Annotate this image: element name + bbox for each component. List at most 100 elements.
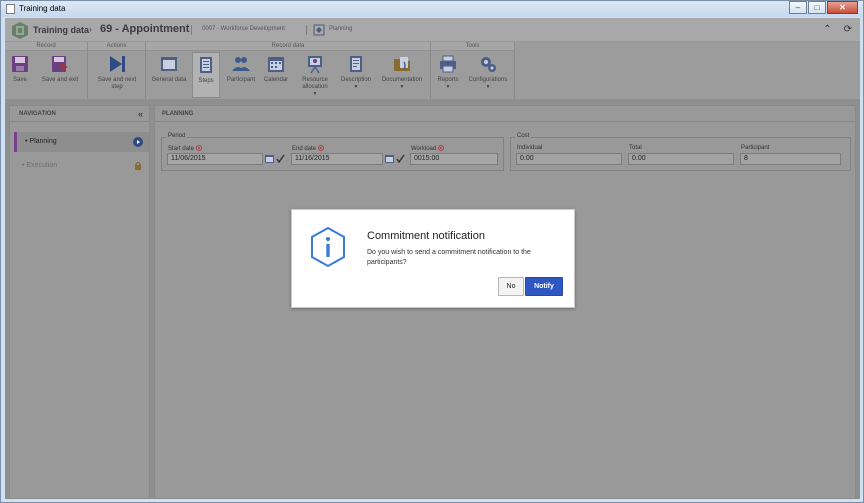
calendar-icon[interactable]: [265, 154, 274, 163]
save-and-exit-button[interactable]: Save and exit: [38, 54, 82, 84]
save-label: Save: [13, 77, 27, 83]
cost-legend: Cost: [515, 133, 532, 139]
application-window: Training data – □ ✕ Training data › 69 -…: [0, 0, 864, 503]
window-title: Training data: [19, 4, 66, 13]
navigation-header: NAVIGATION «: [10, 106, 149, 122]
nav-item-label: • Planning: [25, 138, 57, 145]
navigation-panel: NAVIGATION « • Planning • Execution: [9, 105, 150, 499]
steps-button[interactable]: Steps: [192, 52, 220, 98]
general-data-button[interactable]: General data: [149, 54, 189, 84]
header-divider: [306, 25, 307, 35]
cost-fieldset: Cost Individual 0.00 Total 0.00 Particip…: [510, 133, 851, 171]
header-divider: [191, 25, 192, 35]
workload-field[interactable]: 0015:00: [410, 153, 498, 165]
check-icon[interactable]: [396, 154, 405, 163]
play-icon: [133, 137, 143, 147]
resource-allocation-icon: [308, 56, 322, 74]
maximize-icon: □: [814, 3, 820, 12]
start-date-label-text: Start date: [168, 146, 195, 152]
start-date-label: Start date: [168, 145, 203, 152]
end-date-label-text: End date: [292, 146, 317, 152]
documentation-icon: [394, 57, 410, 71]
save-and-next-label-2: step: [111, 84, 123, 90]
maximize-button[interactable]: □: [808, 1, 826, 14]
training-logo-icon: [12, 22, 28, 39]
total-label: Total: [629, 145, 642, 151]
panel-header: PLANNING: [155, 106, 855, 122]
panel-title: PLANNING: [162, 111, 194, 117]
phase-label: Planning: [329, 26, 353, 32]
phase-icon: [313, 24, 325, 36]
save-icon: [12, 56, 28, 72]
start-date-field[interactable]: 11/06/2015: [167, 153, 263, 165]
bullet: •: [22, 162, 25, 169]
notify-button[interactable]: Notify: [525, 277, 563, 296]
documentation-button[interactable]: Documentation ▼: [378, 54, 426, 91]
period-legend: Period: [166, 133, 188, 139]
nav-item-planning-label: Planning: [29, 138, 57, 145]
nav-item-execution-label: Execution: [26, 162, 58, 169]
calendar-icon[interactable]: [385, 154, 394, 163]
description-label: Description: [340, 77, 371, 83]
dropdown-caret-icon: ▼: [353, 84, 359, 90]
calendar-label: Calendar: [263, 77, 289, 83]
header-actions: ⌃ ⟳: [823, 24, 852, 35]
commitment-notification-dialog: Commitment notification Do you wish to s…: [291, 209, 575, 308]
participant-button[interactable]: Participant: [224, 54, 258, 84]
save-button[interactable]: Save: [9, 54, 31, 84]
steps-label: Steps: [198, 78, 214, 84]
ribbon-group-record-data: Record data General data Steps Participa…: [146, 42, 431, 99]
group-label: Actions: [88, 42, 145, 51]
window-controls: – □ ✕: [788, 1, 858, 14]
reports-button[interactable]: Reports ▼: [434, 54, 462, 91]
group-label: Tools: [431, 42, 514, 51]
configurations-button[interactable]: Configurations ▼: [465, 54, 511, 91]
save-and-exit-label: Save and exit: [41, 77, 79, 83]
required-icon: [318, 145, 325, 151]
dropdown-caret-icon: ▼: [445, 84, 451, 90]
title-bar: Training data – □ ✕: [1, 1, 863, 17]
required-icon: [438, 145, 445, 151]
minimize-button[interactable]: –: [789, 1, 807, 14]
record-title: 69 - Appointment: [100, 23, 190, 35]
participant-count-field: 8: [740, 153, 841, 165]
description-button[interactable]: Description ▼: [338, 54, 374, 91]
nav-item-planning[interactable]: • Planning: [14, 132, 149, 152]
end-date-field[interactable]: 11/16/2015: [291, 153, 383, 165]
gear-icon: [481, 57, 496, 72]
participant-icon: [232, 57, 250, 71]
individual-cost-field: 0.00: [516, 153, 622, 165]
check-icon[interactable]: [276, 154, 285, 163]
dialog-title: Commitment notification: [367, 230, 485, 242]
configurations-label: Configurations: [468, 77, 508, 83]
general-data-label: General data: [151, 77, 187, 83]
record-header: Training data › 69 - Appointment 0007 - …: [5, 18, 860, 42]
navigation-title: NAVIGATION: [19, 111, 56, 117]
refresh-icon[interactable]: ⟳: [844, 24, 852, 35]
individual-label: Individual: [517, 145, 543, 151]
general-data-icon: [161, 57, 177, 71]
department-label: 0007 - Workforce Development: [202, 26, 285, 32]
required-icon: [196, 145, 203, 151]
description-icon: [350, 56, 362, 72]
save-and-next-step-button[interactable]: Save and next step: [92, 54, 142, 91]
collapse-header-icon[interactable]: ⌃: [823, 24, 831, 35]
close-button[interactable]: ✕: [827, 1, 858, 14]
group-label: Record: [5, 42, 87, 51]
minimize-icon: –: [795, 3, 801, 12]
dropdown-caret-icon: ▼: [312, 91, 318, 97]
reports-label: Reports: [437, 77, 459, 83]
resource-allocation-button[interactable]: Resource allocation ▼: [296, 54, 334, 98]
resource-allocation-label-1: Resource: [302, 77, 328, 83]
collapse-navigation-icon[interactable]: «: [138, 109, 143, 119]
steps-icon: [200, 57, 212, 73]
ribbon-group-tools: Tools Reports ▼ Configurations ▼: [431, 42, 515, 99]
calendar-button[interactable]: Calendar: [261, 54, 291, 84]
nav-item-execution[interactable]: • Execution: [14, 156, 149, 176]
ribbon-toolbar: Record Save Save and exit Actions Save a…: [5, 42, 860, 99]
no-button[interactable]: No: [498, 277, 524, 296]
dialog-message: Do you wish to send a commitment notific…: [367, 249, 531, 266]
window-app-icon: [6, 4, 15, 14]
save-and-exit-icon: [52, 56, 68, 72]
section-title: Training data: [33, 25, 90, 35]
